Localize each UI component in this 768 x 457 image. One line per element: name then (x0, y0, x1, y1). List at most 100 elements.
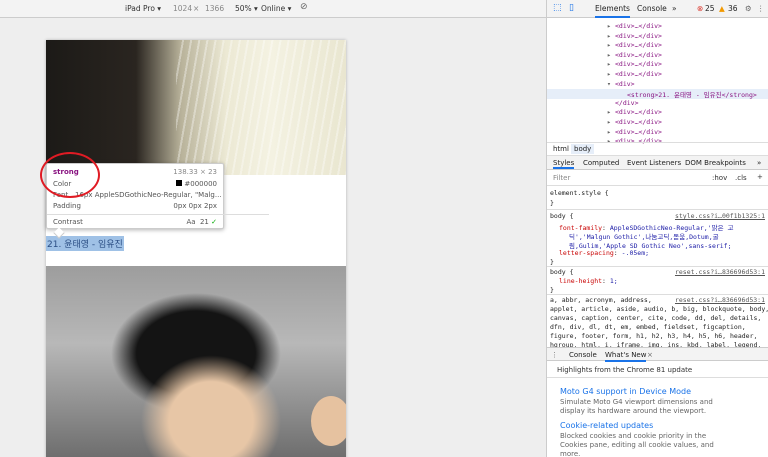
rule2-val1: 1; (609, 277, 618, 285)
rotate-icon[interactable]: ⊘ (300, 2, 308, 12)
rule3-line: applet, article, aside, audio, b, big, b… (550, 305, 768, 313)
error-count[interactable]: 25 (705, 4, 715, 13)
element-style-close: } (550, 199, 554, 207)
cls-toggle[interactable]: .cls (735, 174, 747, 182)
dom-node-line[interactable]: ▸ <div>…</div> (547, 51, 768, 61)
dom-node-text: <div>…</div> (615, 50, 662, 59)
rule1-decl2[interactable]: letter-spacing: -.05em; (559, 249, 649, 257)
whats-new-item1-body: Simulate Moto G4 viewport dimensions and… (560, 398, 713, 415)
dom-node-line[interactable]: ▸ <div>…</div> (547, 70, 768, 80)
dom-node-line[interactable]: ▸ <div>…</div> (547, 60, 768, 70)
contrast-ratio: 21 (199, 218, 209, 226)
expand-arrow-icon[interactable]: ▸ (607, 108, 615, 116)
whats-new-item2-title[interactable]: Cookie-related updates (560, 421, 653, 430)
dimension-separator: × (193, 4, 200, 13)
throttle-select[interactable]: Online ▾ (261, 4, 291, 13)
tooltip-color-text: #000000 (184, 180, 217, 188)
rule2-source-link[interactable]: reset.css?i…836696d53:1 (675, 268, 765, 276)
rule3-line: dfn, div, dl, dt, em, embed, fieldset, f… (550, 323, 746, 331)
kebab-menu-icon[interactable]: ⋮ (757, 4, 765, 13)
error-icon[interactable]: ⊗ (697, 4, 703, 13)
rule1-val2: -.05em; (621, 249, 650, 257)
breadcrumb-html[interactable]: html (550, 144, 572, 154)
zoom-select[interactable]: 50% ▾ (235, 4, 258, 13)
second-face (311, 396, 346, 446)
zoom-label: 50% (235, 4, 252, 13)
expand-arrow-icon[interactable]: ▸ (607, 128, 615, 136)
drawer-menu-icon[interactable]: ⋮ (551, 351, 558, 359)
dom-node-line[interactable]: ▸ <div>…</div> (547, 41, 768, 51)
rule3-selector[interactable]: a, abbr, acronym, address, (550, 296, 652, 304)
expand-arrow-icon[interactable]: ▸ (607, 51, 615, 59)
dom-node-text: <div>…</div> (615, 108, 662, 117)
expand-arrow-icon[interactable]: ▸ (607, 60, 615, 68)
settings-icon[interactable]: ⚙ (745, 4, 752, 13)
add-rule-icon[interactable]: + (757, 173, 763, 181)
width-input[interactable]: 1024 (173, 4, 192, 13)
rule3-source-link[interactable]: reset.css?i…836696d53:1 (675, 296, 765, 304)
dom-node-text: <div>…</div> (615, 118, 662, 126)
tab-console[interactable]: Console (637, 4, 667, 13)
contrast-aa: Aa (186, 218, 196, 226)
dom-node-text: <div>…</div> (615, 60, 662, 69)
device-select[interactable]: iPad Pro ▾ (125, 4, 161, 13)
tab-styles[interactable]: Styles (553, 159, 575, 169)
dom-node-line[interactable]: ▸ <div>…</div> (547, 22, 768, 32)
whats-new-item1-title[interactable]: Moto G4 support in Device Mode (560, 387, 691, 396)
device-toggle-icon[interactable]: ▯ (569, 3, 574, 13)
breadcrumb-body[interactable]: body (571, 144, 595, 154)
styles-more-icon[interactable]: » (757, 159, 761, 167)
whats-new-item2-body: Blocked cookies and cookie priority in t… (560, 432, 714, 457)
rule1-selector[interactable]: body { (550, 212, 573, 220)
throttle-label: Online (261, 4, 286, 13)
styles-filter-bar: Filter :hov .cls + (547, 170, 768, 186)
dom-node-text: <div>…</div> (615, 41, 662, 50)
dom-node-line[interactable]: ▾ <div> (547, 80, 768, 90)
rule2-prop1: line-height (559, 277, 603, 285)
dom-node-text: <div>…</div> (615, 31, 662, 40)
rule3-line: figure, footer, form, h1, h2, h3, h4, h5… (550, 332, 758, 340)
dom-node-line[interactable]: </div> (547, 99, 768, 109)
tab-computed[interactable]: Computed (583, 159, 619, 167)
inspect-icon[interactable]: ⬚ (553, 3, 562, 13)
expand-arrow-icon[interactable]: ▸ (607, 118, 615, 126)
more-tabs-icon[interactable]: » (672, 4, 677, 13)
warning-icon[interactable]: ▲ (719, 4, 725, 13)
expand-arrow-icon[interactable]: ▸ (607, 70, 615, 78)
height-input[interactable]: 1366 (205, 4, 224, 13)
tab-dom-breakpoints[interactable]: DOM Breakpoints (685, 159, 746, 167)
expand-arrow-icon[interactable]: ▸ (607, 41, 615, 49)
tooltip-font-value: 16px AppleSDGothicNeo-Regular, "Malg... (75, 191, 222, 199)
dom-node-line[interactable]: ▸ <div>…</div> (547, 118, 768, 128)
device-toolbar: iPad Pro ▾ 1024 × 1366 50% ▾ Online ▾ ⊘ (0, 0, 546, 18)
rule2-selector[interactable]: body { (550, 268, 573, 276)
rule-divider (547, 266, 768, 267)
drawer-tab-console[interactable]: Console (569, 351, 597, 359)
dom-node-line[interactable]: ▸ <div>…</div> (547, 108, 768, 118)
portrait-photo (46, 266, 346, 457)
rule1-close: } (550, 258, 554, 266)
hov-toggle[interactable]: :hov (712, 174, 727, 182)
close-icon[interactable]: × (647, 351, 653, 359)
dom-tree: ▸ <div>…</div> ▸ <div>…</div> ▸ <div>…</div> ▸… (547, 18, 768, 145)
drawer-tabbar: ⋮ Console What's New × (547, 347, 768, 362)
expand-arrow-down-icon[interactable]: ▾ (607, 80, 615, 88)
whats-new-panel: Highlights from the Chrome 81 update Mot… (547, 361, 768, 457)
tab-event-listeners[interactable]: Event Listeners (627, 159, 681, 167)
dom-node-line[interactable]: ▸ <div>…</div> (547, 128, 768, 138)
rule1-source-link[interactable]: style.css?i…00f1b1325:1 (675, 212, 765, 220)
check-icon: ✓ (211, 218, 217, 226)
wedding-photo (46, 40, 346, 175)
tab-elements[interactable]: Elements (595, 4, 630, 18)
rule2-decl1[interactable]: line-height: 1; (559, 277, 618, 285)
warning-count[interactable]: 36 (728, 4, 738, 13)
dom-node-line[interactable]: <strong>21. 윤태영 - 임유진</strong> (547, 89, 768, 99)
tooltip-padding-value: 0px 0px 2px (173, 202, 217, 210)
element-style-rule[interactable]: element.style { (550, 189, 609, 197)
dom-node-line[interactable]: ▸ <div>…</div> (547, 32, 768, 42)
expand-arrow-icon[interactable]: ▸ (607, 32, 615, 40)
rule2-close: } (550, 286, 554, 294)
expand-arrow-icon[interactable]: ▸ (607, 22, 615, 30)
filter-input[interactable]: Filter (553, 174, 570, 182)
rule3-line: canvas, caption, center, cite, code, dd,… (550, 314, 762, 322)
